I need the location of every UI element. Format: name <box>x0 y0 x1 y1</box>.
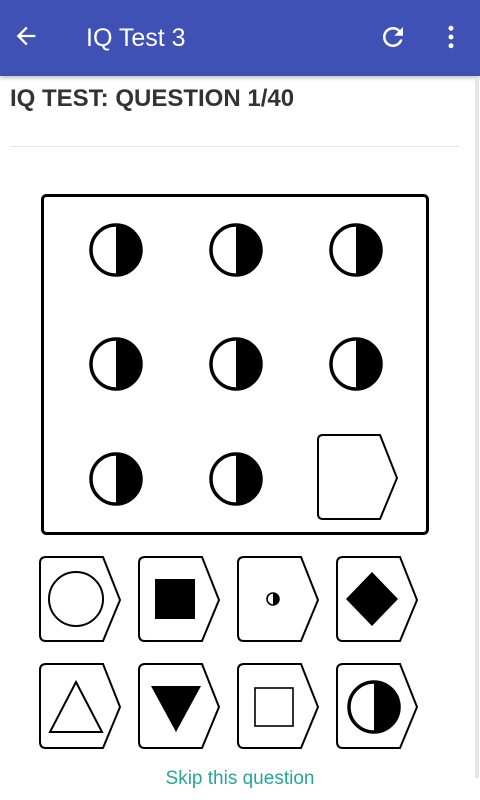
divider <box>10 146 459 147</box>
option-half-moon[interactable] <box>336 663 419 749</box>
answer-slot <box>317 434 399 520</box>
option-filled-square[interactable] <box>138 556 221 642</box>
option-small-half-circle[interactable] <box>237 556 320 642</box>
half-moon-icon <box>209 223 263 277</box>
question-heading: IQ TEST: QUESTION 1/40 <box>10 85 295 112</box>
app-bar: IQ Test 3 <box>0 0 480 76</box>
option-square-outline[interactable] <box>237 663 320 749</box>
answer-options <box>39 556 419 749</box>
option-circle[interactable] <box>39 556 122 642</box>
half-moon-icon <box>209 337 263 391</box>
app-title: IQ Test 3 <box>86 24 186 52</box>
arrow-back-icon[interactable] <box>12 22 40 50</box>
refresh-icon[interactable] <box>378 22 408 52</box>
half-moon-icon <box>89 223 143 277</box>
half-moon-icon <box>347 680 401 734</box>
half-moon-icon <box>329 337 383 391</box>
small-half-circle-icon <box>266 592 280 606</box>
skip-question-link[interactable]: Skip this question <box>0 766 480 792</box>
option-inverted-triangle[interactable] <box>138 663 221 749</box>
option-triangle[interactable] <box>39 663 122 749</box>
filled-square-icon <box>155 579 195 619</box>
half-moon-icon <box>329 223 383 277</box>
scrollbar[interactable] <box>475 78 479 778</box>
half-moon-icon <box>89 452 143 506</box>
option-filled-diamond[interactable] <box>336 556 419 642</box>
question-matrix <box>41 194 429 535</box>
half-moon-icon <box>209 452 263 506</box>
more-vert-icon[interactable] <box>436 22 466 52</box>
half-moon-icon <box>89 337 143 391</box>
